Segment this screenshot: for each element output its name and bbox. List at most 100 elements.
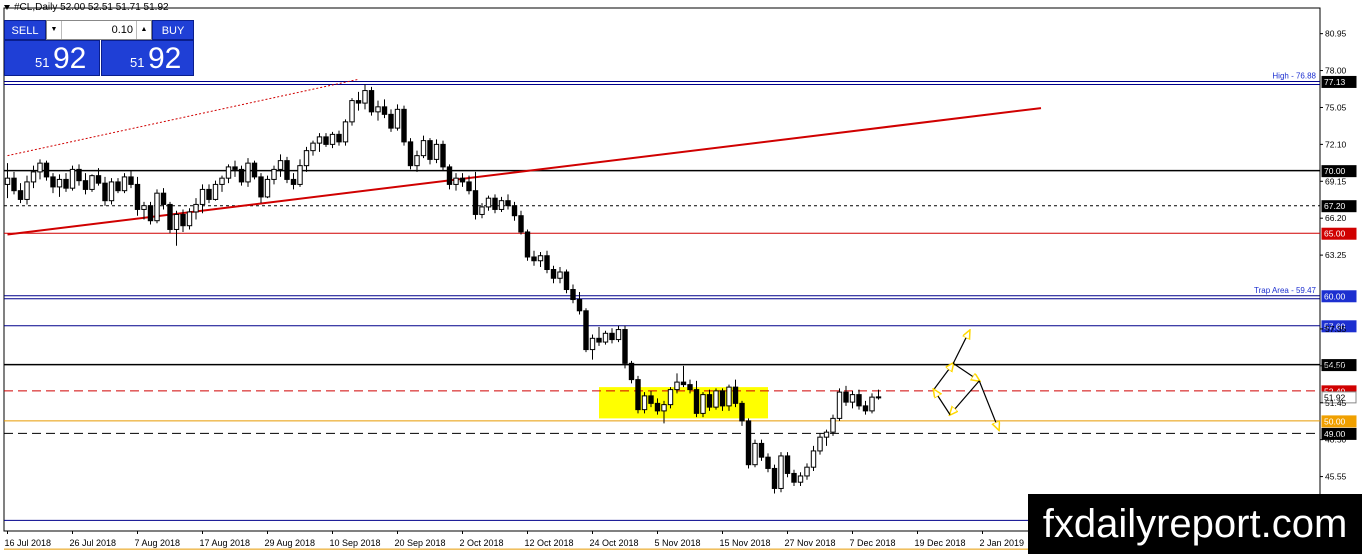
red-dotted-trendline xyxy=(7,78,359,157)
candle xyxy=(680,365,687,388)
candle-body xyxy=(147,205,154,222)
candle-body xyxy=(472,190,479,215)
lot-size-value[interactable]: 0.10 xyxy=(61,21,137,39)
candle xyxy=(368,86,375,116)
candle xyxy=(206,184,212,204)
candle-body xyxy=(641,395,648,411)
candle xyxy=(505,194,511,210)
candle-body xyxy=(661,404,667,412)
y-tick-label: 78.00 xyxy=(1325,66,1347,76)
candle-body xyxy=(823,431,830,438)
candle xyxy=(531,250,537,266)
price-tag-label: 50.00 xyxy=(1324,416,1346,426)
candle xyxy=(407,138,414,170)
candle xyxy=(414,150,420,172)
candle-body xyxy=(102,182,108,202)
y-tick-label: 57.35 xyxy=(1325,324,1347,334)
candle-body xyxy=(719,390,726,407)
candle-body xyxy=(784,455,791,474)
candle xyxy=(323,133,329,147)
sell-button[interactable]: SELL xyxy=(4,20,46,40)
dropdown-triangle-icon[interactable] xyxy=(4,4,10,10)
candle xyxy=(147,201,154,225)
candle-body xyxy=(615,329,622,341)
candle xyxy=(518,210,524,235)
candle-body xyxy=(336,133,342,143)
candle xyxy=(284,156,290,184)
candle-body xyxy=(24,181,30,200)
plot-frame xyxy=(3,7,1321,532)
projection-arrow xyxy=(950,380,980,415)
candle-body xyxy=(342,121,349,143)
y-tick-label: 72.10 xyxy=(1325,139,1347,149)
candle-body xyxy=(206,188,212,200)
buy-price[interactable]: 51 92 xyxy=(101,40,194,76)
x-tick-label: 7 Dec 2018 xyxy=(850,538,896,548)
candle xyxy=(713,388,719,410)
buy-price-pips: 92 xyxy=(148,42,182,75)
candle-body xyxy=(349,100,355,123)
candle xyxy=(615,325,622,343)
candle-body xyxy=(693,389,700,414)
candle-body xyxy=(316,136,323,144)
candle xyxy=(823,429,830,446)
candle xyxy=(830,414,836,436)
candle-body xyxy=(11,177,17,192)
candle xyxy=(297,159,303,187)
candle xyxy=(856,389,862,410)
candle xyxy=(362,84,368,110)
lot-increase-icon[interactable]: ▲ xyxy=(136,21,151,39)
x-tick-label: 16 Jul 2018 xyxy=(5,538,52,548)
candle-body xyxy=(76,168,82,182)
x-tick-label: 10 Sep 2018 xyxy=(330,538,381,548)
candle xyxy=(310,140,316,156)
candle xyxy=(765,453,771,473)
candle xyxy=(193,198,199,220)
candle xyxy=(511,201,518,221)
lot-size-field[interactable]: ▼ 0.10 ▲ xyxy=(46,20,152,40)
candle-body xyxy=(433,143,440,160)
candle xyxy=(134,176,141,216)
candle-body xyxy=(700,394,706,414)
candle-body xyxy=(843,391,849,403)
candle xyxy=(245,158,251,187)
candle xyxy=(472,171,479,220)
candle-body xyxy=(706,394,713,408)
candle-body xyxy=(297,165,303,185)
candle-body xyxy=(154,192,160,222)
candle-body xyxy=(596,337,602,343)
candle-body xyxy=(563,271,570,291)
candle xyxy=(76,164,82,186)
lot-decrease-icon[interactable]: ▼ xyxy=(47,21,62,39)
candle xyxy=(264,175,271,199)
candle xyxy=(258,173,264,204)
candle xyxy=(446,164,453,190)
price-tag-label: 67.20 xyxy=(1324,201,1346,211)
price-tag-label: 77.13 xyxy=(1324,77,1346,87)
candle xyxy=(102,176,108,206)
projection-arrow xyxy=(952,362,979,381)
candle xyxy=(453,173,459,191)
candle-body xyxy=(368,90,375,113)
candle xyxy=(56,174,63,197)
candle xyxy=(498,196,505,212)
buy-button[interactable]: BUY xyxy=(152,20,194,40)
candle xyxy=(43,160,50,181)
candle xyxy=(797,472,804,486)
sell-price[interactable]: 51 92 xyxy=(4,40,100,76)
candle xyxy=(544,250,550,274)
x-tick-label: 15 Nov 2018 xyxy=(720,538,771,548)
candle xyxy=(219,175,225,192)
candle xyxy=(589,334,596,360)
candle xyxy=(700,392,706,418)
candle xyxy=(277,154,284,177)
candle xyxy=(17,183,24,204)
candle-body xyxy=(212,183,219,200)
candle xyxy=(758,439,765,461)
y-tick-label: 80.95 xyxy=(1325,29,1347,39)
candle xyxy=(583,308,589,353)
candle xyxy=(550,265,557,284)
level-note: Trap Area - 59.47 xyxy=(1254,286,1317,295)
x-tick-label: 7 Aug 2018 xyxy=(135,538,181,548)
candle xyxy=(849,390,856,409)
